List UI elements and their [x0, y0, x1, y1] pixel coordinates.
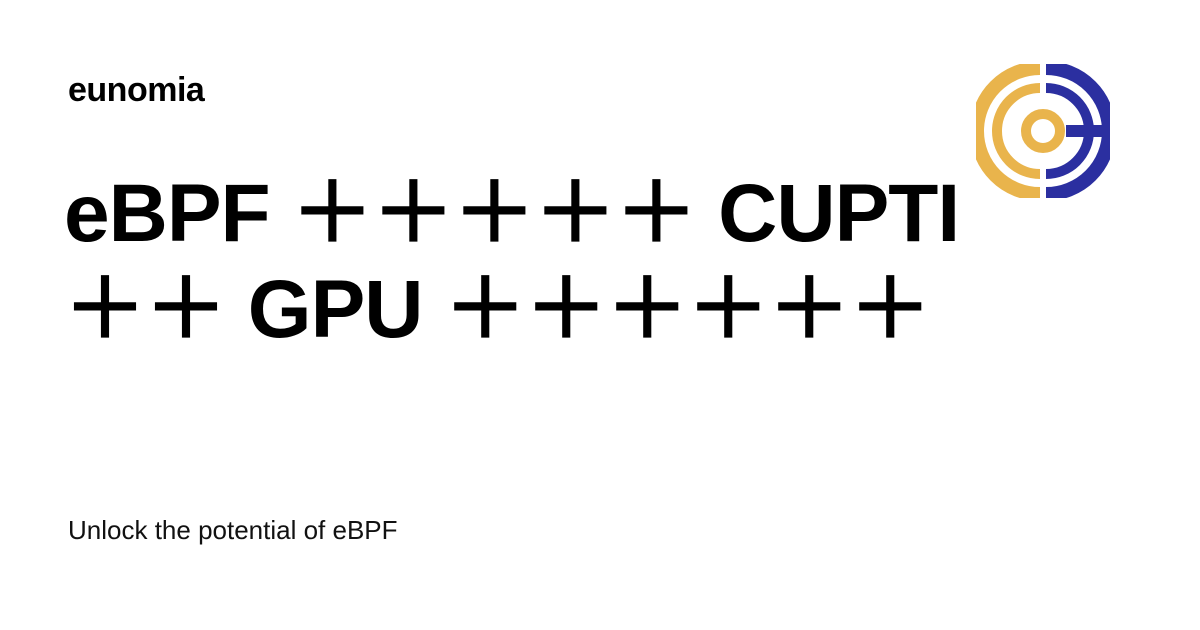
- logo-center-ring: [1021, 109, 1065, 153]
- article-title-line-2: ＋＋ GPU ＋＋＋＋＋＋: [64, 264, 931, 355]
- article-title: eBPF ＋＋＋＋＋ CUPTI ＋＋ GPU ＋＋＋＋＋＋: [64, 166, 960, 358]
- site-name: eunomia: [68, 71, 205, 109]
- tagline: Unlock the potential of eBPF: [68, 515, 398, 545]
- eunomia-logo-icon: [976, 64, 1110, 198]
- article-title-line-1: eBPF ＋＋＋＋＋ CUPTI: [64, 168, 960, 259]
- logo-left-middle-arc: [992, 83, 1041, 179]
